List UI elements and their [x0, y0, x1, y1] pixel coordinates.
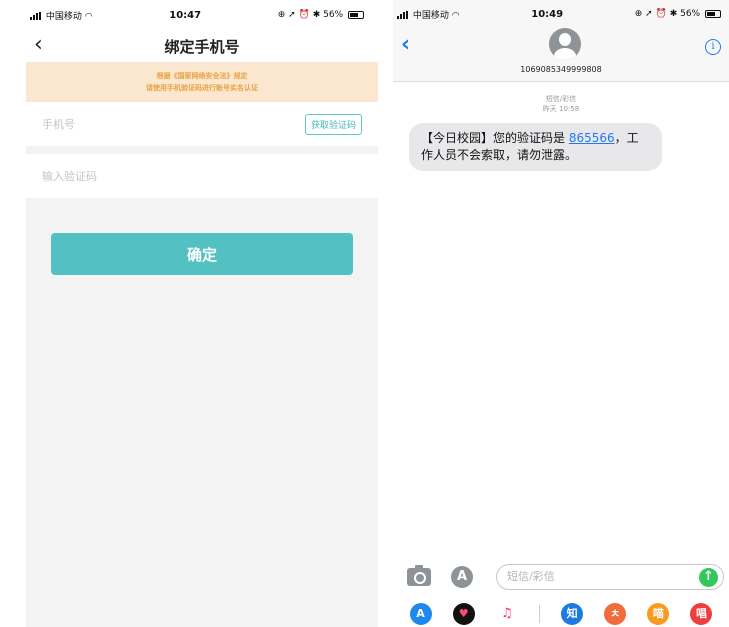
- battery-percent: 56%: [323, 10, 344, 20]
- message-type: 短信/彩信: [545, 95, 577, 103]
- carrier-label: 中国移动: [45, 11, 82, 22]
- avatar-head: [559, 33, 571, 46]
- message-bubble: 【今日校园】您的验证码是 865566，工作人员不会索取，请勿泄露。: [409, 123, 662, 171]
- messages-screen: 中国移动 ◠ 10:49 ⊕ ➚ ⏰ ✱ 56% ‹ 1069085349999…: [393, 0, 729, 627]
- message-input-placeholder: 短信/彩信: [507, 570, 555, 583]
- page-title: 绑定手机号: [164, 37, 240, 56]
- status-bar: 中国移动 ◠ 10:47 ⊕ ➚ ⏰ ✱ 56%: [26, 0, 378, 30]
- phone-field[interactable]: 手机号 获取验证码: [26, 102, 378, 146]
- location-icon: ➚: [645, 9, 653, 19]
- signal-icon: [397, 11, 408, 19]
- carrier-label: 中国移动: [412, 10, 449, 21]
- camera-icon[interactable]: [407, 565, 431, 586]
- notice-line-2: 请使用手机验证码进行账号实名认证: [146, 84, 258, 92]
- zhihu-app-icon[interactable]: 知: [561, 602, 584, 625]
- location-icon: ➚: [288, 10, 296, 20]
- bluetooth-icon: ✱: [669, 9, 678, 19]
- security-notice: 根据《国家网络安全法》规定 请使用手机验证码进行账号实名认证: [26, 62, 378, 102]
- confirm-button[interactable]: 确定: [51, 233, 353, 275]
- phone-input-placeholder[interactable]: 手机号: [42, 116, 75, 132]
- wifi-icon: ◠: [451, 10, 460, 21]
- app-drawer: A ♥ ♫ 知 ㅊ 喵 唱: [393, 600, 729, 627]
- get-code-button[interactable]: 获取验证码: [304, 113, 362, 135]
- app-store-drawer-icon[interactable]: A: [409, 602, 432, 625]
- send-arrow-icon[interactable]: ↑: [699, 568, 718, 587]
- status-right: ⊕ ➚ ⏰ ✱ 56%: [278, 10, 364, 20]
- sport-app-icon[interactable]: ㅊ: [604, 602, 627, 625]
- message-input[interactable]: 短信/彩信 ↑: [496, 564, 724, 590]
- bind-phone-screen: 中国移动 ◠ 10:47 ⊕ ➚ ⏰ ✱ 56% ‹ 绑定手机号 根据《国家网络…: [26, 0, 378, 627]
- verification-code-link[interactable]: 865566: [569, 131, 615, 145]
- back-chevron-icon[interactable]: ‹: [34, 34, 43, 56]
- battery-icon: [348, 10, 364, 19]
- carrier-info: 中国移动 ◠: [30, 9, 93, 22]
- carrier-info: 中国移动 ◠: [397, 8, 460, 21]
- info-icon[interactable]: i: [705, 39, 721, 55]
- cat-app-icon[interactable]: 喵: [647, 602, 670, 625]
- bluetooth-icon: ✱: [312, 10, 321, 20]
- back-chevron-icon[interactable]: ‹: [401, 34, 410, 56]
- app-store-icon[interactable]: A: [451, 566, 473, 588]
- digital-touch-icon[interactable]: ♥: [452, 602, 475, 625]
- sender-number[interactable]: 1069085349999808: [393, 65, 729, 74]
- drawer-separator: [538, 604, 540, 623]
- battery-icon: [705, 9, 721, 18]
- alarm-icon: ⏰: [298, 10, 310, 20]
- sing-app-icon[interactable]: 唱: [690, 602, 713, 625]
- battery-percent: 56%: [680, 9, 701, 19]
- alarm-icon: ⏰: [655, 9, 667, 19]
- notice-line-1: 根据《国家网络安全法》规定: [156, 72, 248, 80]
- code-field[interactable]: 输入验证码: [26, 154, 378, 198]
- message-meta: 短信/彩信 昨天 10:58: [393, 94, 729, 114]
- signal-icon: [30, 12, 41, 20]
- lock-icon: ⊕: [277, 10, 286, 20]
- music-icon[interactable]: ♫: [495, 602, 518, 625]
- status-right: ⊕ ➚ ⏰ ✱ 56%: [635, 9, 721, 19]
- code-input-placeholder[interactable]: 输入验证码: [42, 168, 97, 184]
- contact-avatar[interactable]: [549, 28, 581, 60]
- compose-bar: A 短信/彩信 ↑: [393, 560, 729, 594]
- wifi-icon: ◠: [84, 11, 93, 22]
- status-bar: 中国移动 ◠ 10:49 ⊕ ➚ ⏰ ✱ 56%: [393, 0, 729, 28]
- status-time: 10:47: [169, 9, 202, 21]
- message-prefix: 【今日校园】您的验证码是: [421, 131, 566, 145]
- lock-icon: ⊕: [634, 9, 643, 19]
- avatar-body: [554, 48, 576, 60]
- nav-bar: ‹ 绑定手机号: [26, 30, 378, 62]
- conversation-header: ‹ 1069085349999808 i: [393, 28, 729, 82]
- divider: [26, 146, 378, 154]
- status-time: 10:49: [531, 8, 564, 20]
- message-time: 昨天 10:58: [542, 105, 580, 113]
